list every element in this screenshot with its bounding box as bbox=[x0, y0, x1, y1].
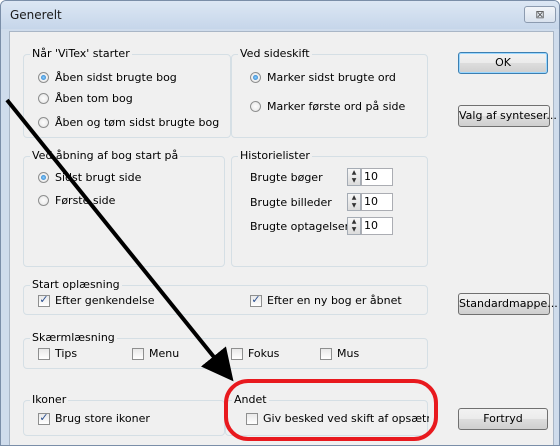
checkmark-icon: ✓ bbox=[39, 411, 49, 424]
checkbox[interactable] bbox=[38, 348, 50, 360]
dialog-client-area: Når 'ViTex' starter Åben sidst brugte bo… bbox=[9, 31, 558, 445]
group-startup: Når 'ViTex' starter Åben sidst brugte bo… bbox=[23, 47, 231, 138]
checkmark-icon: ✓ bbox=[251, 293, 261, 306]
checkbox-label: Fokus bbox=[248, 347, 280, 360]
group-label-start-reading: Start oplæsning bbox=[30, 278, 122, 291]
group-start-reading: Start oplæsning ✓ Efter genkendelse ✓ Ef… bbox=[23, 278, 428, 315]
label-used-books: Brugte bøger bbox=[250, 171, 323, 184]
radio-label: Åben sidst brugte bog bbox=[55, 71, 177, 84]
group-label-history: Historielister bbox=[238, 149, 312, 162]
close-button[interactable]: ⊠ bbox=[524, 6, 556, 23]
input-used-images[interactable]: 10 bbox=[361, 193, 393, 211]
checkbox[interactable]: ✓ bbox=[38, 293, 50, 307]
group-icons: Ikoner ✓ Brug store ikoner bbox=[23, 393, 225, 436]
input-used-books[interactable]: 10 bbox=[361, 168, 393, 186]
radio-label: Marker sidst brugte ord bbox=[267, 71, 396, 84]
checkbox-label: Giv besked ved skift af opsætning bbox=[263, 412, 429, 425]
checkbox-label: Menu bbox=[149, 347, 180, 360]
group-label-screen-reading: Skærmlæsning bbox=[30, 331, 117, 344]
checkbox[interactable]: ✓ bbox=[250, 293, 262, 307]
group-label-startup: Når 'ViTex' starter bbox=[30, 47, 132, 60]
close-icon: ⊠ bbox=[535, 8, 545, 21]
radio-label: Åben tom bog bbox=[55, 92, 133, 105]
spinner-used-images[interactable]: ▲ ▼ bbox=[347, 193, 361, 211]
ok-button[interactable]: OK bbox=[458, 52, 548, 74]
radio-indicator[interactable] bbox=[250, 72, 261, 83]
spinner-used-books[interactable]: ▲ ▼ bbox=[347, 168, 361, 186]
group-other: Andet Giv besked ved skift af opsætning bbox=[225, 393, 429, 436]
radio-label: Sidst brugt side bbox=[55, 171, 142, 184]
group-label-open-book: Ved åbning af bog start på bbox=[30, 149, 181, 162]
group-open-book: Ved åbning af bog start på Sidst brugt s… bbox=[23, 149, 225, 267]
checkbox-label: Efter en ny bog er åbnet bbox=[267, 294, 402, 307]
group-page-break: Ved sideskift Marker sidst brugte ord Ma… bbox=[231, 47, 428, 138]
spinner-used-recordings[interactable]: ▲ ▼ bbox=[347, 217, 361, 235]
checkbox-label: Brug store ikoner bbox=[55, 412, 150, 425]
checkbox[interactable] bbox=[246, 413, 258, 425]
cancel-button[interactable]: Fortryd bbox=[458, 408, 548, 430]
radio-indicator[interactable] bbox=[38, 172, 49, 183]
label-used-images: Brugte billeder bbox=[250, 196, 332, 209]
label-used-recordings: Brugte optagelser bbox=[250, 220, 350, 233]
radio-indicator[interactable] bbox=[38, 195, 49, 206]
checkbox-label: Tips bbox=[55, 347, 78, 360]
group-history: Historielister Brugte bøger ▲ ▼ 10 Brugte… bbox=[231, 149, 428, 267]
radio-indicator[interactable] bbox=[38, 117, 49, 128]
checkbox[interactable] bbox=[132, 348, 144, 360]
radio-indicator[interactable] bbox=[38, 93, 49, 104]
checkbox-label: Mus bbox=[337, 347, 360, 360]
checkbox[interactable]: ✓ bbox=[38, 411, 50, 425]
input-used-recordings[interactable]: 10 bbox=[361, 217, 393, 235]
synthesizer-options-button[interactable]: Valg af synteser... bbox=[458, 105, 557, 127]
dialog-window: Generelt ⊠ Når 'ViTex' starter Åben sids… bbox=[0, 0, 560, 446]
radio-indicator[interactable] bbox=[38, 72, 49, 83]
group-screen-reading: Skærmlæsning Tips Menu Fokus Mus bbox=[23, 331, 428, 369]
radio-indicator[interactable] bbox=[250, 101, 261, 112]
checkbox-label: Efter genkendelse bbox=[55, 294, 155, 307]
checkmark-icon: ✓ bbox=[39, 293, 49, 306]
group-label-page-break: Ved sideskift bbox=[238, 47, 312, 60]
window-title: Generelt bbox=[10, 8, 62, 22]
checkbox[interactable] bbox=[320, 348, 332, 360]
group-label-icons: Ikoner bbox=[30, 393, 69, 406]
radio-label: Marker første ord på side bbox=[267, 100, 406, 113]
radio-label: Første side bbox=[55, 194, 116, 207]
title-bar[interactable]: Generelt ⊠ bbox=[1, 1, 559, 29]
checkbox[interactable] bbox=[231, 348, 243, 360]
radio-label: Åben og tøm sidst brugte bog bbox=[55, 116, 220, 129]
default-folder-button[interactable]: Standardmappe... bbox=[458, 293, 558, 315]
